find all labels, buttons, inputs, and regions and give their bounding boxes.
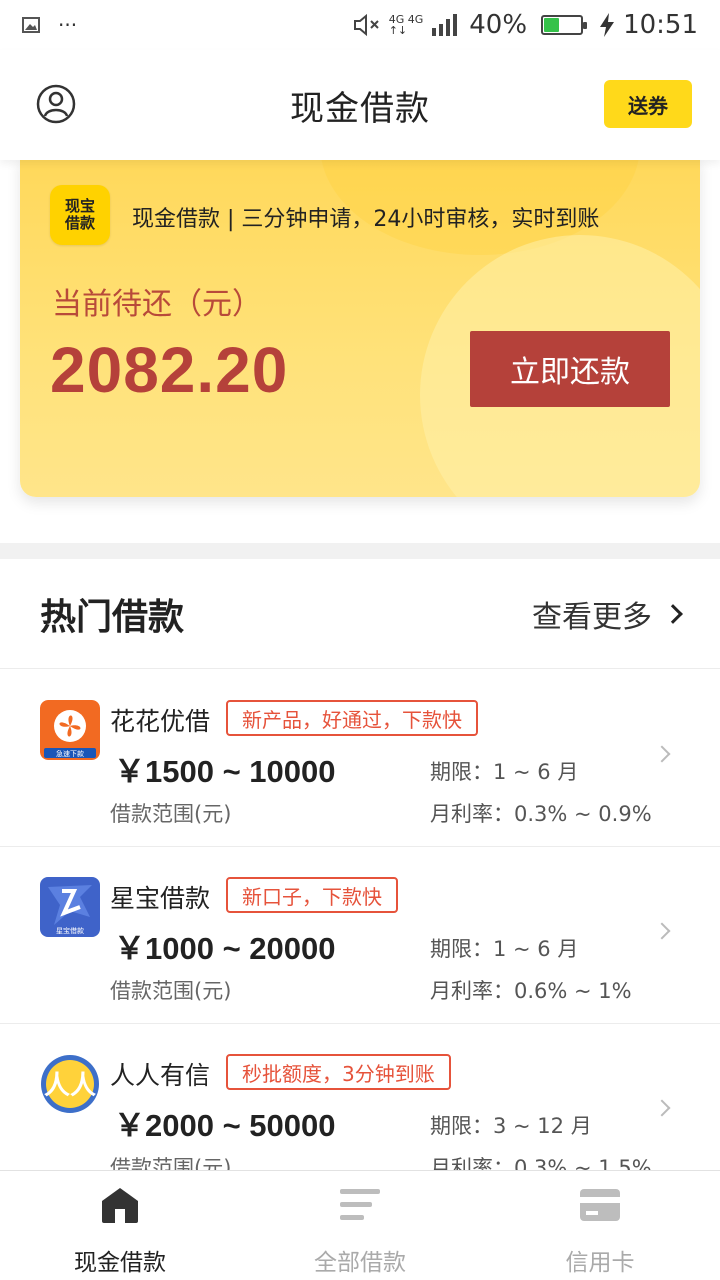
loan-term: 期限：1 ~ 6 月 (430, 760, 579, 784)
loan-range: ￥1000 ~ 20000 (114, 931, 336, 966)
loan-item[interactable]: 急速下款 花花优借 新产品，好通过，下款快 ￥1500 ~ 10000 借款范围… (0, 670, 720, 847)
image-notification-icon (22, 17, 40, 33)
loan-range-label: 借款范围(元) (110, 802, 232, 826)
nav-all-loans[interactable]: 全部借款 (240, 1171, 480, 1280)
nav-label: 现金借款 (74, 1250, 166, 1276)
home-icon (102, 1188, 138, 1223)
nav-credit-card[interactable]: 信用卡 (480, 1171, 720, 1280)
app-logo: 现宝 借款 (50, 185, 110, 245)
repay-now-button[interactable]: 立即还款 (470, 331, 670, 407)
loan-range-label: 借款范围(元) (110, 979, 232, 1003)
loan-tag: 秒批额度，3分钟到账 (226, 1054, 451, 1090)
nav-label: 全部借款 (314, 1250, 406, 1276)
signal-icon (432, 14, 458, 36)
loan-name: 人人有信 (110, 1061, 211, 1090)
section-divider (0, 543, 720, 559)
hot-loans-header: 热门借款 查看更多 (0, 559, 720, 669)
mute-icon (353, 13, 379, 37)
renrenyouxin-logo-icon: 人人 (41, 1055, 99, 1113)
loan-rate: 月利率：0.6% ~ 1% (430, 979, 632, 1003)
chevron-right-icon (653, 922, 671, 940)
loan-rate: 月利率：0.3% ~ 1.5% (430, 1156, 652, 1170)
battery-level (544, 18, 560, 32)
due-label: 当前待还（元） (52, 287, 262, 322)
nav-cash-loan[interactable]: 现金借款 (0, 1171, 240, 1280)
svg-text:人人: 人人 (44, 1071, 96, 1101)
loan-name: 花花优借 (110, 707, 211, 736)
battery-percent: 40% (469, 10, 528, 40)
user-icon[interactable] (36, 84, 76, 124)
loan-term: 期限：3 ~ 12 月 (430, 1114, 592, 1138)
due-amount: 2082.20 (50, 334, 289, 406)
loan-term: 期限：1 ~ 6 月 (430, 937, 579, 961)
loan-item[interactable]: 星宝借款 星宝借款 新口子，下款快 ￥1000 ~ 20000 借款范围(元) … (0, 847, 720, 1024)
app-header: 现金借款 送券 (0, 50, 720, 160)
loan-rate: 月利率：0.3% ~ 0.9% (430, 802, 652, 826)
battery-icon (541, 15, 588, 35)
nav-label: 信用卡 (565, 1250, 635, 1276)
loan-range: ￥2000 ~ 50000 (114, 1108, 336, 1143)
credit-card-icon (580, 1189, 620, 1221)
loan-range-label: 借款范围(元) (110, 1156, 232, 1170)
loan-item[interactable]: 人人 人人有信 秒批额度，3分钟到账 ￥2000 ~ 50000 借款范围(元)… (0, 1024, 720, 1170)
loan-tag: 新产品，好通过，下款快 (226, 700, 478, 736)
loan-range: ￥1500 ~ 10000 (114, 754, 336, 789)
bottom-nav: 现金借款 全部借款 信用卡 (0, 1170, 720, 1280)
status-bar: ··· 4G 4G ↑↓ 40% 10:51 (0, 0, 720, 50)
loan-list: 急速下款 花花优借 新产品，好通过，下款快 ￥1500 ~ 10000 借款范围… (0, 670, 720, 1170)
repayment-banner: 现宝 借款 现金借款 | 三分钟申请，24小时审核，实时到账 当前待还（元） 2… (20, 155, 700, 497)
chevron-right-icon (663, 603, 683, 624)
huahua-logo-icon: 急速下款 (40, 700, 100, 760)
loan-name: 星宝借款 (110, 884, 211, 913)
section-title: 热门借款 (40, 596, 185, 638)
svg-text:星宝借款: 星宝借款 (56, 926, 84, 935)
status-left: ··· (22, 13, 77, 37)
view-more-link[interactable]: 查看更多 (532, 592, 683, 636)
network-type: 4G 4G ↑↓ (388, 13, 424, 37)
chevron-right-icon (653, 1099, 671, 1117)
loan-tag: 新口子，下款快 (226, 877, 398, 913)
page-title: 现金借款 (290, 88, 430, 129)
charging-bolt-icon (600, 13, 615, 37)
more-notifications-icon: ··· (58, 13, 78, 37)
svg-text:急速下款: 急速下款 (56, 749, 84, 758)
status-right: 4G 4G ↑↓ 40% 10:51 (353, 10, 698, 40)
banner-tagline: 现金借款 | 三分钟申请，24小时审核，实时到账 (132, 207, 600, 232)
clock: 10:51 (623, 10, 698, 40)
xingbao-logo-icon: 星宝借款 (40, 877, 100, 937)
coupon-button[interactable]: 送券 (604, 80, 692, 128)
chevron-right-icon (653, 745, 671, 763)
list-icon (340, 1189, 380, 1220)
